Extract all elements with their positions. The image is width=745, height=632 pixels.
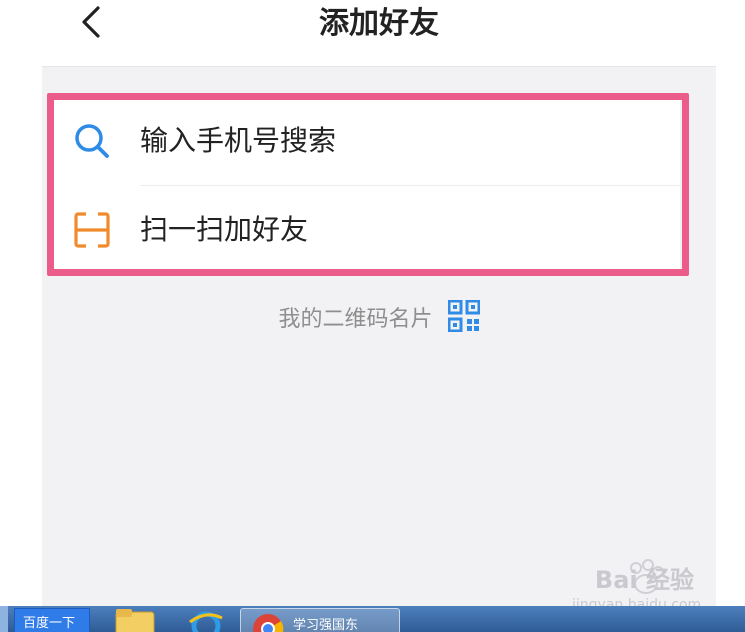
- app-screen: 添加好友 输入手机号搜索 扫一扫加好友 我的二维码名片: [42, 0, 716, 606]
- my-qr-card-link[interactable]: 我的二维码名片: [42, 300, 716, 340]
- folder-icon[interactable]: [112, 608, 158, 632]
- baidu-search-button[interactable]: 百度一下: [14, 608, 90, 632]
- my-qr-card-label: 我的二维码名片: [278, 307, 433, 332]
- chrome-window-label: 学习强国东: [293, 618, 359, 632]
- internet-explorer-icon[interactable]: [186, 608, 226, 632]
- chrome-icon: [253, 614, 284, 632]
- windows-taskbar: 百度一下 学习强国东: [0, 606, 745, 632]
- highlight-box: [47, 93, 689, 276]
- page-title: 添加好友: [319, 6, 439, 41]
- taskbar-edge: [0, 606, 8, 632]
- watermark-logo-text: Bai 经验: [594, 566, 694, 594]
- qr-code-icon: [447, 300, 480, 332]
- taskbar-chrome-window[interactable]: 学习强国东: [240, 608, 400, 632]
- top-bar: 添加好友: [42, 0, 716, 67]
